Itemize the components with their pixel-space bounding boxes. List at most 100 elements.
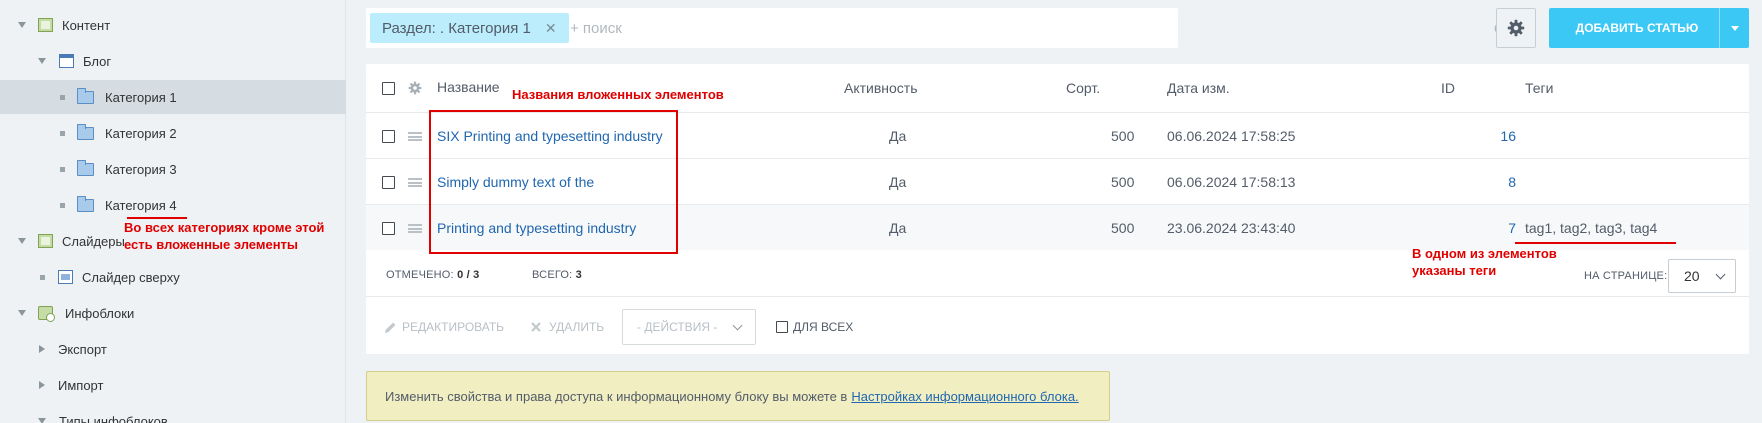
iblock-icon	[38, 306, 55, 322]
sidebar-item-label: Контент	[62, 17, 111, 33]
annotation-categories: Во всех категориях кроме этой есть вложе…	[124, 219, 324, 253]
annotation-names: Названия вложенных элементов	[512, 87, 724, 102]
sidebar-item-export[interactable]: Экспорт	[0, 332, 346, 366]
gear-icon	[1507, 19, 1525, 37]
sidebar-item-label: Категория 2	[105, 125, 177, 141]
sidebar-item-category-2[interactable]: Категория 2	[0, 116, 346, 150]
filter-search-bar[interactable]: Раздел: . Категория 1 ✕ + поиск	[366, 8, 1532, 48]
checkbox[interactable]	[776, 321, 788, 333]
delete-label: УДАЛИТЬ	[549, 320, 605, 334]
divider	[366, 296, 1749, 297]
info-notice: Изменить свойства и права доступа к инфо…	[366, 371, 1110, 421]
sidebar-item-label: Типы инфоблоков	[59, 413, 168, 423]
sidebar-item-iblock-types[interactable]: Типы инфоблоков	[0, 404, 346, 423]
column-header-id[interactable]: ID	[1441, 64, 1455, 112]
bullet-icon	[60, 130, 65, 136]
column-header-name[interactable]: Название	[437, 64, 500, 110]
for-all-label: ДЛЯ ВСЕХ	[793, 320, 854, 334]
for-all-checkbox[interactable]: ДЛЯ ВСЕХ	[776, 309, 853, 345]
close-icon[interactable]: ✕	[545, 20, 557, 37]
folder-icon	[77, 159, 94, 176]
bullet-icon	[60, 94, 65, 100]
search-input[interactable]: + поиск	[570, 20, 622, 37]
cell-sort: 500	[1111, 220, 1135, 236]
sidebar-item-label: Слайдер сверху	[82, 269, 180, 285]
expand-arrow-icon[interactable]	[38, 418, 46, 423]
annotation-text: В одном из элементов	[1412, 246, 1557, 261]
content-icon	[38, 234, 53, 248]
slider-icon	[58, 270, 73, 284]
per-page-label: НА СТРАНИЦЕ:	[1584, 270, 1668, 282]
filter-chip[interactable]: Раздел: . Категория 1 ✕	[370, 13, 569, 43]
expand-arrow-icon[interactable]	[38, 58, 46, 64]
content-icon	[38, 18, 53, 32]
sidebar-item-category-3[interactable]: Категория 3	[0, 152, 346, 186]
add-article-button[interactable]: ДОБАВИТЬ СТАТЬЮ	[1549, 8, 1749, 48]
collapse-arrow-icon[interactable]	[39, 345, 45, 353]
sidebar-item-top-slider[interactable]: Слайдер сверху	[0, 260, 346, 294]
cell-date: 23.06.2024 23:43:40	[1167, 220, 1296, 236]
iblock-settings-link[interactable]: Настройках информационного блока.	[851, 389, 1078, 404]
chevron-down-icon	[1715, 269, 1726, 279]
cell-active: Да	[889, 174, 907, 190]
expand-arrow-icon[interactable]	[18, 22, 26, 28]
sidebar-item-label: Импорт	[58, 377, 104, 393]
folder-icon	[77, 87, 94, 104]
delete-button[interactable]: УДАЛИТЬ	[530, 309, 604, 345]
cell-active: Да	[889, 220, 907, 236]
bullet-icon	[60, 166, 65, 172]
cell-date: 06.06.2024 17:58:25	[1167, 128, 1296, 144]
per-page-value: 20	[1684, 268, 1700, 284]
add-article-dropdown[interactable]	[1719, 8, 1749, 48]
sidebar: Контент Блог Категория 1 Категория 2 Кат…	[0, 0, 346, 423]
pencil-icon	[385, 322, 396, 333]
cell-id[interactable]: 16	[1476, 113, 1516, 159]
drag-handle-icon[interactable]	[408, 113, 422, 159]
per-page-select[interactable]: 20	[1668, 259, 1736, 293]
row-checkbox[interactable]	[382, 159, 395, 205]
selected-label: ОТМЕЧЕНО:	[386, 269, 454, 281]
drag-handle-icon[interactable]	[408, 159, 422, 205]
expand-arrow-icon[interactable]	[18, 310, 26, 316]
drag-handle-icon[interactable]	[408, 205, 422, 251]
expand-arrow-icon[interactable]	[18, 238, 26, 244]
column-header-date[interactable]: Дата изм.	[1167, 64, 1230, 112]
sidebar-item-iblocks[interactable]: Инфоблоки	[0, 296, 346, 330]
info-text: Изменить свойства и права доступа к инфо…	[385, 388, 848, 404]
selected-value: 0 / 3	[457, 269, 480, 281]
column-header-sort[interactable]: Сорт.	[1066, 64, 1100, 112]
folder-icon	[77, 195, 94, 212]
actions-select[interactable]: - ДЕЙСТВИЯ -	[622, 309, 756, 345]
chevron-down-icon	[732, 320, 743, 331]
column-header-tags[interactable]: Теги	[1525, 64, 1553, 112]
sidebar-item-label: Экспорт	[58, 341, 107, 357]
total-label: ВСЕГО:	[532, 269, 573, 281]
chevron-down-icon	[1730, 25, 1739, 31]
column-header-active[interactable]: Активность	[844, 64, 918, 112]
sidebar-item-content[interactable]: Контент	[0, 8, 346, 42]
sidebar-item-import[interactable]: Импорт	[0, 368, 346, 402]
select-all-checkbox[interactable]	[382, 64, 395, 112]
row-checkbox[interactable]	[382, 205, 395, 251]
bullet-icon	[40, 274, 45, 280]
row-checkbox[interactable]	[382, 113, 395, 159]
annotation-underline	[1515, 242, 1676, 244]
edit-label: РЕДАКТИРОВАТЬ	[402, 320, 505, 334]
cell-date: 06.06.2024 17:58:13	[1167, 174, 1296, 190]
actions-select-value: - ДЕЙСТВИЯ -	[637, 320, 718, 334]
close-icon	[531, 322, 541, 332]
sidebar-item-label: Категория 1	[105, 89, 177, 105]
cell-id[interactable]: 8	[1476, 159, 1516, 205]
collapse-arrow-icon[interactable]	[39, 381, 45, 389]
sidebar-item-category-1[interactable]: Категория 1	[0, 80, 346, 114]
annotation-text: Во всех категориях кроме этой	[124, 220, 325, 235]
folder-icon	[77, 123, 94, 140]
bullet-icon	[60, 202, 65, 208]
selected-counter: ОТМЕЧЕНО: 0 / 3	[386, 269, 479, 281]
total-value: 3	[575, 269, 582, 281]
total-counter: ВСЕГО: 3	[532, 269, 582, 281]
grid-settings-icon[interactable]	[408, 64, 422, 112]
sidebar-item-blog[interactable]: Блог	[0, 44, 346, 78]
settings-button[interactable]	[1496, 8, 1536, 48]
edit-button[interactable]: РЕДАКТИРОВАТЬ	[384, 309, 504, 345]
